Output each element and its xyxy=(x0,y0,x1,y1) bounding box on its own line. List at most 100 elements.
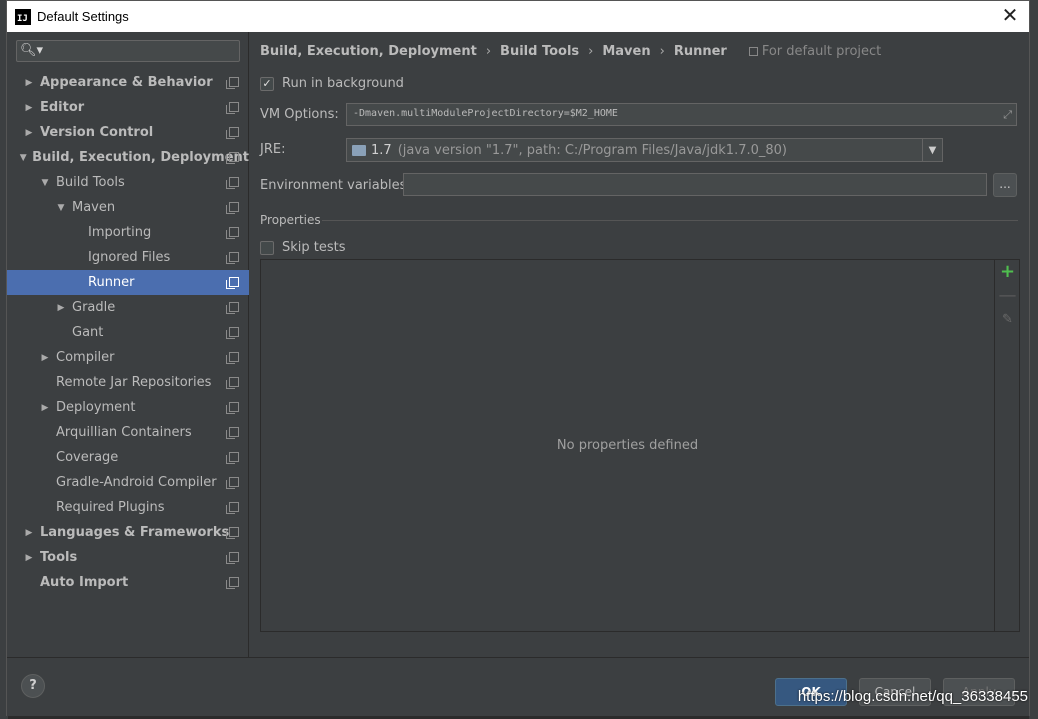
copy-settings-icon xyxy=(226,277,239,289)
tree-node-label: Build, Execution, Deployment xyxy=(32,150,249,165)
chevron-down-icon[interactable]: ▼ xyxy=(37,178,53,188)
tree-maven[interactable]: ▼ Maven xyxy=(7,195,249,220)
tree-deployment[interactable]: ▶ Deployment xyxy=(7,395,249,420)
expand-icon[interactable]: ⤢ xyxy=(1003,108,1012,122)
copy-settings-icon xyxy=(226,552,239,564)
copy-settings-icon xyxy=(226,577,239,589)
env-vars-browse-button[interactable]: ... xyxy=(993,173,1017,197)
vm-options-value: -Dmaven.multiModuleProjectDirectory=$M2_… xyxy=(353,108,618,119)
jre-detail: (java version "1.7", path: C:/Program Fi… xyxy=(397,142,787,158)
tree-tools[interactable]: ▶ Tools xyxy=(7,545,249,570)
tree-node-label: Remote Jar Repositories xyxy=(56,375,212,390)
copy-settings-icon xyxy=(226,327,239,339)
chevron-right-icon[interactable]: ▶ xyxy=(53,303,69,313)
tree-ignored-files[interactable]: Ignored Files xyxy=(7,245,249,270)
tree-gant[interactable]: Gant xyxy=(7,320,249,345)
breadcrumb-item: Build, Execution, Deployment xyxy=(260,44,477,59)
env-vars-field[interactable] xyxy=(403,173,987,196)
skip-tests-checkbox[interactable] xyxy=(260,240,274,255)
chevron-right-icon[interactable]: ▶ xyxy=(21,528,37,538)
copy-settings-icon xyxy=(226,502,239,514)
copy-settings-icon xyxy=(226,177,239,189)
chevron-right-icon[interactable]: ▶ xyxy=(21,128,37,138)
intellij-logo-icon: IJ xyxy=(15,8,31,25)
copy-settings-icon xyxy=(226,477,239,489)
properties-divider xyxy=(322,220,1018,221)
settings-sidebar: 🔍︎▾ ▶ Appearance & Behavior ▶ Editor ▶ Versio… xyxy=(7,32,249,657)
tree-node-label: Arquillian Containers xyxy=(56,425,192,440)
copy-settings-icon xyxy=(226,427,239,439)
tree-arquillian-containers[interactable]: Arquillian Containers xyxy=(7,420,249,445)
help-button[interactable]: ? xyxy=(21,674,45,698)
env-vars-label: Environment variables: xyxy=(260,178,411,193)
tree-node-label: Ignored Files xyxy=(88,250,171,265)
tree-required-plugins[interactable]: Required Plugins xyxy=(7,495,249,520)
tree-build-tools[interactable]: ▼ Build Tools xyxy=(7,170,249,195)
chevron-right-icon[interactable]: ▶ xyxy=(21,103,37,113)
close-icon[interactable]: ✕ xyxy=(999,5,1021,27)
search-input[interactable]: 🔍︎▾ xyxy=(16,40,240,62)
tree-coverage[interactable]: Coverage xyxy=(7,445,249,470)
breadcrumb-item: Build Tools xyxy=(500,44,580,59)
tree-node-label: Editor xyxy=(40,100,85,115)
breadcrumb-separator: › xyxy=(588,44,594,59)
tree-languages-frameworks[interactable]: ▶ Languages & Frameworks xyxy=(7,520,249,545)
properties-empty-text: No properties defined xyxy=(556,438,699,453)
vm-options-field[interactable]: -Dmaven.multiModuleProjectDirectory=$M2_… xyxy=(346,103,1017,126)
tree-auto-import[interactable]: Auto Import xyxy=(7,570,249,595)
skip-tests-row[interactable]: Skip tests xyxy=(260,240,346,255)
tree-node-label: Gradle-Android Compiler xyxy=(56,475,217,490)
tree-appearance-behavior[interactable]: ▶ Appearance & Behavior xyxy=(7,70,249,95)
tree-node-label: Required Plugins xyxy=(56,500,165,515)
breadcrumb-item: Runner xyxy=(673,44,727,59)
add-icon[interactable]: + xyxy=(995,260,1020,284)
chevron-right-icon[interactable]: ▶ xyxy=(37,353,53,363)
settings-dialog: IJ Default Settings ✕ 🔍︎▾ ▶ Appearance & … xyxy=(6,0,1030,716)
chevron-down-icon[interactable]: ▼ xyxy=(17,153,29,163)
copy-settings-icon xyxy=(226,102,239,114)
copy-settings-icon xyxy=(226,227,239,239)
chevron-down-icon[interactable]: ▼ xyxy=(53,203,69,213)
tree-compiler[interactable]: ▶ Compiler xyxy=(7,345,249,370)
jre-select[interactable]: 1.7 (java version "1.7", path: C:/Progra… xyxy=(346,138,943,162)
chevron-right-icon[interactable]: ▶ xyxy=(21,78,37,88)
background-window-right xyxy=(1029,0,1038,719)
tree-gradle[interactable]: ▶ Gradle xyxy=(7,295,249,320)
tree-gradle-android-compiler[interactable]: Gradle-Android Compiler xyxy=(7,470,249,495)
tree-node-label: Runner xyxy=(88,275,135,290)
breadcrumb: Build, Execution, Deployment › Build Too… xyxy=(260,44,881,59)
tree-editor[interactable]: ▶ Editor xyxy=(7,95,249,120)
chevron-down-icon[interactable]: ▼ xyxy=(922,139,942,161)
run-in-background-checkbox[interactable]: ✓ xyxy=(260,76,274,91)
tree-node-label: Languages & Frameworks xyxy=(40,525,230,540)
tree-node-label: Build Tools xyxy=(56,175,125,190)
dialog-footer: ? OK Cancel Apply xyxy=(7,657,1029,716)
breadcrumb-separator: › xyxy=(485,44,492,59)
title-bar: IJ Default Settings ✕ xyxy=(7,1,1029,32)
watermark-url: https://blog.csdn.net/qq_36338455 xyxy=(797,688,1028,705)
tree-version-control[interactable]: ▶ Version Control xyxy=(7,120,249,145)
tree-node-label: Coverage xyxy=(56,450,119,465)
tree-node-label: Compiler xyxy=(56,350,115,365)
copy-settings-icon xyxy=(226,302,239,314)
properties-toolbar: + — ✎ xyxy=(994,260,1019,631)
tree-node-label: Version Control xyxy=(40,125,154,140)
env-vars-row: Environment variables: xyxy=(260,178,411,193)
vm-options-row: VM Options: xyxy=(260,107,339,122)
run-in-background-row[interactable]: ✓ Run in background xyxy=(260,76,404,91)
tree-importing[interactable]: Importing xyxy=(7,220,249,245)
vm-options-label: VM Options: xyxy=(260,107,339,122)
copy-settings-icon xyxy=(226,252,239,264)
tree-build-execution-deployment[interactable]: ▼ Build, Execution, Deployment xyxy=(7,145,249,170)
tree-runner[interactable]: Runner xyxy=(7,270,249,295)
properties-table[interactable]: No properties defined + — ✎ xyxy=(260,259,1020,632)
copy-settings-icon xyxy=(226,527,239,539)
remove-icon[interactable]: — xyxy=(995,284,1020,308)
jre-label: JRE: xyxy=(260,142,286,157)
chevron-right-icon[interactable]: ▶ xyxy=(37,403,53,413)
settings-tree: ▶ Appearance & Behavior ▶ Editor ▶ Version Co… xyxy=(7,70,249,595)
tree-remote-jar-repositories[interactable]: Remote Jar Repositories xyxy=(7,370,249,395)
edit-icon[interactable]: ✎ xyxy=(995,308,1020,332)
chevron-right-icon[interactable]: ▶ xyxy=(21,553,37,563)
tree-node-label: Auto Import xyxy=(40,575,129,590)
